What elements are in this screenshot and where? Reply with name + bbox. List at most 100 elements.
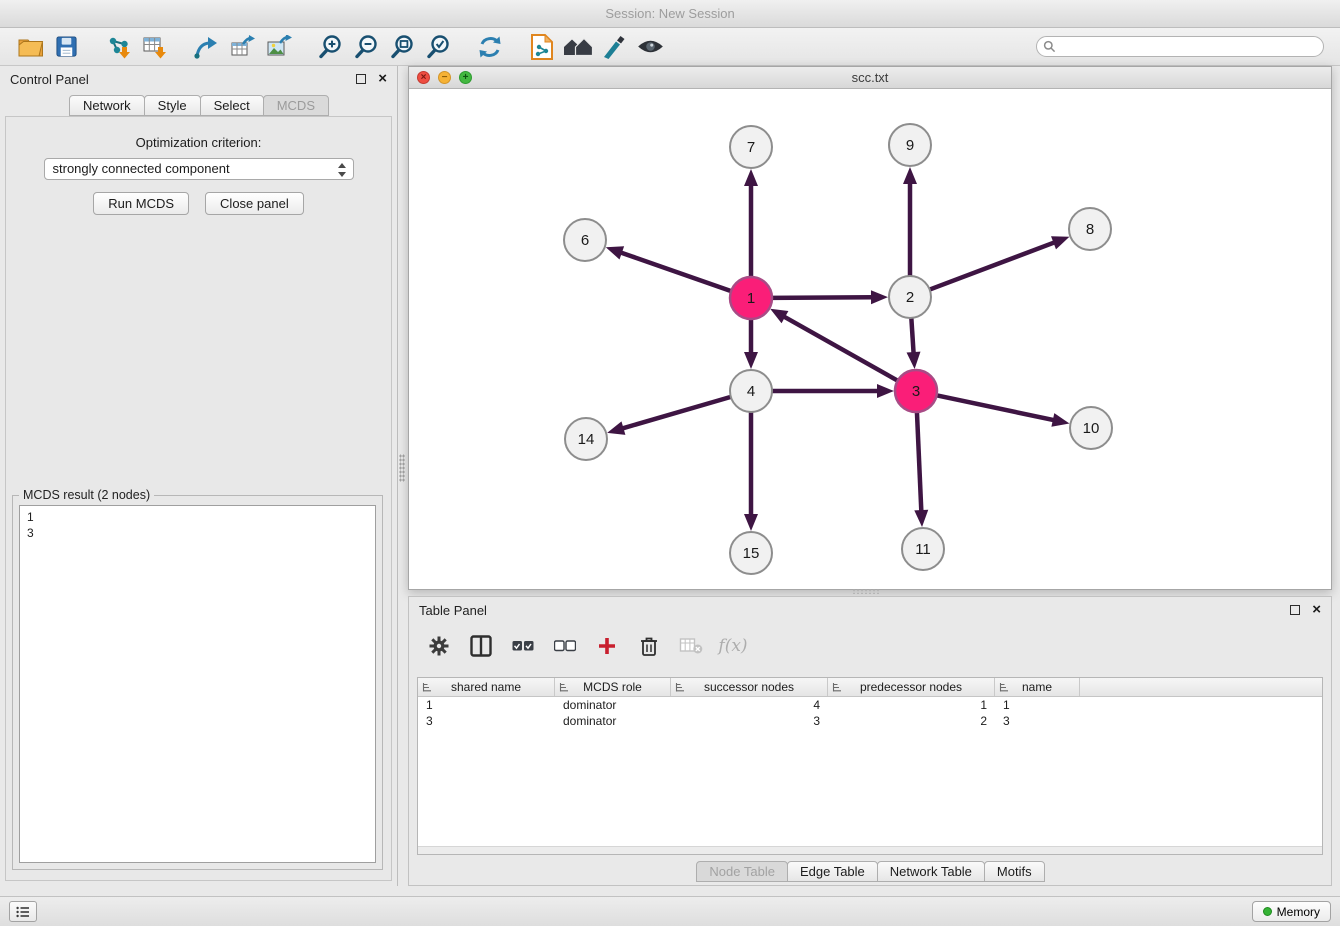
zoom-out-icon (353, 34, 379, 60)
tab-select[interactable]: Select (200, 95, 264, 116)
import-network-button[interactable] (100, 31, 136, 63)
tab-motifs[interactable]: Motifs (984, 861, 1045, 882)
graph-node-11[interactable]: 11 (902, 528, 944, 570)
mcds-tab-pane: Optimization criterion: strongly connect… (5, 116, 392, 881)
delete-column-button[interactable] (633, 631, 665, 661)
edge-arrowhead-icon (607, 421, 625, 434)
graph-node-14[interactable]: 14 (565, 418, 607, 460)
home-button[interactable] (560, 31, 596, 63)
graph-node-7[interactable]: 7 (730, 126, 772, 168)
svg-text:4: 4 (747, 383, 755, 400)
network-canvas[interactable]: 7 9 6 8 1 2 4 3 10 14 15 11 (409, 89, 1331, 589)
graph-edge-3-1[interactable] (783, 316, 897, 381)
show-columns-button[interactable] (465, 631, 497, 661)
gear-icon (428, 635, 450, 657)
memory-button[interactable]: Memory (1252, 901, 1331, 922)
tab-node-table[interactable]: Node Table (696, 861, 788, 882)
panel-menu-button[interactable] (9, 901, 37, 922)
graph-node-6[interactable]: 6 (564, 219, 606, 261)
column-header-predecessor-nodes[interactable]: predecessor nodes (828, 678, 995, 696)
tab-style[interactable]: Style (144, 95, 201, 116)
close-panel-button[interactable]: Close panel (205, 192, 304, 215)
export-image-icon (265, 35, 292, 59)
criterion-dropdown[interactable]: strongly connected component (44, 158, 354, 180)
zoom-out-button[interactable] (348, 31, 384, 63)
run-mcds-button[interactable]: Run MCDS (93, 192, 189, 215)
zoom-window-button[interactable]: + (459, 71, 472, 84)
mcds-result-list[interactable]: 1 3 (19, 505, 376, 863)
graph-edge-2-3[interactable] (911, 318, 913, 354)
network-document-button[interactable] (524, 31, 560, 63)
zoom-selected-button[interactable] (420, 31, 456, 63)
graph-node-10[interactable]: 10 (1070, 407, 1112, 449)
import-table-button[interactable] (136, 31, 172, 63)
style-brush-button[interactable] (596, 31, 632, 63)
minimize-window-button[interactable]: − (438, 71, 451, 84)
graph-edge-1-6[interactable] (620, 252, 731, 291)
delete-table-icon (679, 637, 703, 655)
close-window-button[interactable]: × (417, 71, 430, 84)
horizontal-scrollbar[interactable] (418, 846, 1322, 854)
graph-node-8[interactable]: 8 (1069, 208, 1111, 250)
graph-edge-3-11[interactable] (917, 412, 921, 512)
save-icon (55, 35, 78, 58)
column-header-name[interactable]: name (995, 678, 1080, 696)
tab-mcds[interactable]: MCDS (263, 95, 329, 116)
function-builder-button-disabled[interactable]: f(x) (717, 631, 749, 661)
svg-text:15: 15 (743, 545, 760, 562)
edge-arrowhead-icon (744, 514, 758, 531)
svg-text:9: 9 (906, 137, 914, 154)
vertical-splitter-grip[interactable] (399, 454, 405, 482)
table-settings-button[interactable] (423, 631, 455, 661)
graph-edge-4-14[interactable] (622, 397, 731, 429)
delete-table-button-disabled[interactable] (675, 631, 707, 661)
graph-node-15[interactable]: 15 (730, 532, 772, 574)
criterion-dropdown-value: strongly connected component (53, 161, 230, 176)
network-document-icon (529, 33, 555, 61)
close-table-panel-icon[interactable]: × (1312, 605, 1321, 615)
tab-edge-table[interactable]: Edge Table (787, 861, 878, 882)
tab-network-table[interactable]: Network Table (877, 861, 985, 882)
mcds-result-title: MCDS result (2 nodes) (19, 488, 154, 502)
export-image-button[interactable] (260, 31, 296, 63)
table-panel-tabs: Node Table Edge Table Network Table Moti… (409, 861, 1331, 882)
float-table-panel-icon[interactable] (1290, 605, 1300, 615)
horizontal-splitter-grip[interactable] (852, 589, 880, 594)
graph-node-3[interactable]: 3 (895, 370, 937, 412)
graph-node-4[interactable]: 4 (730, 370, 772, 412)
tab-network[interactable]: Network (69, 95, 145, 116)
create-column-button[interactable] (591, 631, 623, 661)
graph-edge-3-10[interactable] (937, 395, 1055, 420)
graph-node-1[interactable]: 1 (730, 277, 772, 319)
refresh-layout-button[interactable] (472, 31, 508, 63)
column-header-successor-nodes[interactable]: successor nodes (671, 678, 828, 696)
zoom-fit-button[interactable] (384, 31, 420, 63)
export-table-button[interactable] (224, 31, 260, 63)
deselect-all-columns-button[interactable] (549, 631, 581, 661)
control-panel-title: Control Panel (10, 72, 89, 87)
export-network-button[interactable] (188, 31, 224, 63)
list-icon (16, 906, 30, 918)
save-session-button[interactable] (48, 31, 84, 63)
zoom-in-button[interactable] (312, 31, 348, 63)
float-panel-icon[interactable] (356, 74, 366, 84)
table-row[interactable]: 1dominator411 (418, 697, 1322, 713)
edge-arrowhead-icon (903, 167, 917, 184)
graph-node-2[interactable]: 2 (889, 276, 931, 318)
fx-icon: f(x) (718, 636, 747, 656)
graph-edge-2-8[interactable] (930, 242, 1056, 290)
graph-edge-1-2[interactable] (772, 297, 873, 298)
column-header-MCDS-role[interactable]: MCDS role (555, 678, 671, 696)
graph-node-9[interactable]: 9 (889, 124, 931, 166)
import-table-icon (141, 34, 167, 60)
export-table-icon (229, 35, 255, 59)
window-title: Session: New Session (605, 6, 734, 21)
home-icon (563, 35, 593, 58)
close-control-panel-icon[interactable]: × (378, 74, 387, 84)
open-session-button[interactable] (12, 31, 48, 63)
select-all-columns-button[interactable] (507, 631, 539, 661)
table-row[interactable]: 3dominator323 (418, 713, 1322, 729)
show-hide-button[interactable] (632, 31, 668, 63)
search-input[interactable] (1036, 36, 1324, 57)
column-header-shared-name[interactable]: shared name (418, 678, 555, 696)
